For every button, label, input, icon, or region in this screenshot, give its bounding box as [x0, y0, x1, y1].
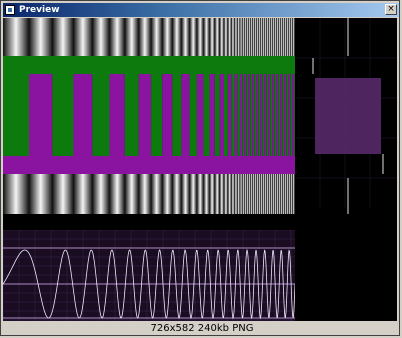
vectorscope-panel	[295, 18, 397, 321]
preview-window: Preview × 726x582 240kb PNG	[0, 0, 400, 336]
title-bar[interactable]: Preview ×	[3, 3, 399, 17]
close-button[interactable]: ×	[385, 4, 397, 15]
app-icon	[5, 5, 15, 15]
frequency-sweep-pattern	[3, 18, 295, 230]
window-title: Preview	[19, 5, 60, 15]
image-caption: 726x582 240kb PNG	[150, 323, 254, 334]
vector-box	[315, 78, 381, 154]
preview-image	[3, 18, 397, 321]
waveform-scope	[3, 230, 295, 321]
